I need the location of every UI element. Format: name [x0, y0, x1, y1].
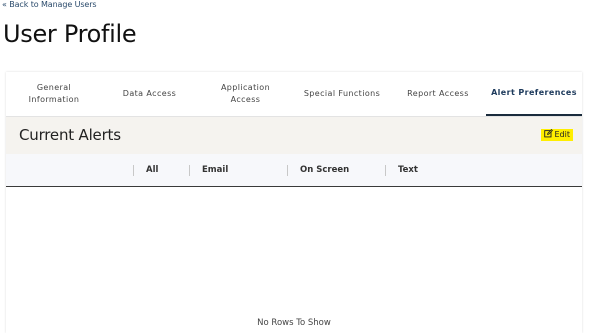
- tab-special-functions[interactable]: Special Functions: [294, 72, 390, 116]
- tab-label: Data Access: [122, 88, 177, 98]
- tab-data-access[interactable]: Data Access: [102, 72, 197, 116]
- edit-icon: [543, 128, 553, 142]
- tab-bar: General Information Data Access Applicat…: [6, 72, 582, 117]
- back-to-manage-users-link[interactable]: « Back to Manage Users: [2, 0, 97, 9]
- column-header-email[interactable]: Email: [189, 154, 228, 186]
- tab-report-access[interactable]: Report Access: [390, 72, 486, 116]
- edit-label: Edit: [554, 130, 571, 139]
- tab-label: Special Functions: [303, 88, 381, 98]
- column-header-text[interactable]: Text: [385, 154, 418, 186]
- alerts-grid-header: All Email On Screen Text: [6, 154, 582, 187]
- tab-label: General Information: [28, 82, 80, 105]
- profile-card: General Information Data Access Applicat…: [6, 72, 582, 333]
- no-rows-message: No Rows To Show: [257, 318, 331, 328]
- tab-label: Alert Preferences: [491, 87, 577, 97]
- column-header-on-screen[interactable]: On Screen: [287, 154, 349, 186]
- tab-alert-preferences[interactable]: Alert Preferences: [486, 72, 582, 116]
- page-title: User Profile: [3, 20, 137, 48]
- tab-general-information[interactable]: General Information: [6, 72, 102, 116]
- current-alerts-title: Current Alerts: [19, 126, 121, 144]
- tab-application-access[interactable]: Application Access: [197, 72, 294, 116]
- tab-label: Application Access: [220, 82, 271, 105]
- tab-label: Report Access: [407, 88, 469, 98]
- edit-button[interactable]: Edit: [540, 128, 573, 142]
- current-alerts-header: Current Alerts Edit: [6, 117, 582, 154]
- column-header-all[interactable]: All: [133, 154, 158, 186]
